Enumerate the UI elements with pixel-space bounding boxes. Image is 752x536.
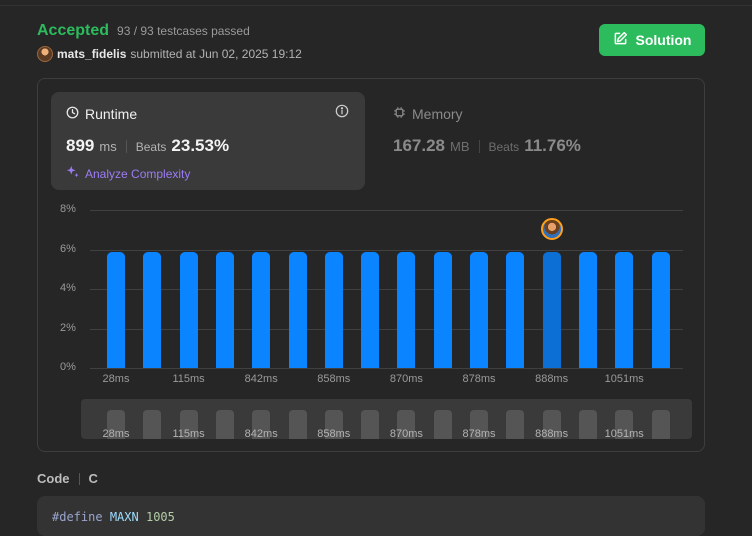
chart-bar[interactable]: [615, 251, 634, 368]
x-tick-label: 28ms: [102, 373, 130, 385]
testcases-count: 93 / 93 testcases passed: [117, 24, 250, 38]
code-label: Code: [37, 471, 70, 486]
chart-gridline: [90, 249, 683, 251]
avatar[interactable]: [37, 46, 53, 62]
range-tick-label: 28ms: [102, 428, 130, 440]
chart-bar[interactable]: [651, 251, 670, 368]
username-link[interactable]: mats_fidelis: [57, 47, 126, 61]
code-language: C: [88, 471, 98, 486]
chart-bar[interactable]: [578, 251, 597, 368]
status-row: Accepted 93 / 93 testcases passed: [37, 22, 302, 40]
y-tick-label: 0%: [60, 361, 76, 373]
chart-bar[interactable]: [215, 251, 234, 368]
code-number: 1005: [145, 510, 175, 524]
x-tick-label: 1051ms: [604, 373, 644, 385]
solution-button[interactable]: Solution: [599, 24, 705, 56]
submitter-row: mats_fidelis submitted at Jun 02, 2025 1…: [37, 46, 302, 62]
chart-bar[interactable]: [143, 251, 162, 368]
code-keyword: define: [59, 510, 103, 524]
chart-bar[interactable]: [470, 251, 488, 368]
chart-bar[interactable]: [433, 251, 452, 368]
range-tick-label: 842ms: [244, 428, 278, 440]
y-tick-label: 2%: [60, 321, 76, 334]
x-tick-label: 858ms: [317, 373, 351, 385]
chart-bar[interactable]: [107, 251, 125, 368]
chart-bar[interactable]: [506, 251, 525, 368]
code-block[interactable]: #define MAXN 1005: [37, 496, 705, 536]
submission-header: Accepted 93 / 93 testcases passed mats_f…: [37, 22, 302, 62]
top-divider: [0, 5, 752, 6]
x-tick-label: 888ms: [535, 373, 569, 385]
y-tick-label: 6%: [60, 242, 76, 255]
y-tick-label: 4%: [60, 282, 76, 294]
range-tick-label: 870ms: [389, 428, 423, 440]
range-tick-label: 888ms: [535, 428, 569, 440]
accepted-status: Accepted: [37, 22, 110, 39]
chart-bar[interactable]: [542, 251, 561, 368]
range-mini-bar: [651, 410, 670, 439]
chart-bar[interactable]: [324, 251, 343, 368]
performance-panel: Runtime 899 ms Beats 23.53% Analyze Comp…: [37, 78, 705, 452]
code-header-divider: [78, 472, 80, 485]
chart-gridline: [90, 210, 683, 211]
x-tick-label: 870ms: [389, 373, 423, 385]
x-tick-label: 115ms: [172, 373, 205, 385]
x-tick-label: 878ms: [462, 373, 496, 385]
code-line: #define MAXN 1005: [52, 510, 175, 524]
chart-bar[interactable]: [179, 251, 198, 368]
runtime-distribution-chart: 8% 6% 4% 2% 0% 28ms 115ms 842ms 858ms 870ms 878ms 8…: [38, 79, 706, 453]
chart-bar[interactable]: [397, 251, 416, 368]
chart-range-selector[interactable]: 28ms 115ms 842ms 858ms 870ms 878ms 888ms 1051ms: [81, 399, 692, 440]
solution-button-label: Solution: [635, 32, 692, 48]
your-submission-avatar[interactable]: [540, 217, 563, 240]
submitted-time: submitted at Jun 02, 2025 19:12: [130, 47, 302, 61]
range-tick-label: 878ms: [462, 428, 496, 440]
x-tick-label: 842ms: [244, 373, 278, 385]
range-tick-label: 1051ms: [604, 428, 644, 440]
code-identifier: MAXN: [109, 510, 139, 524]
chart-bar[interactable]: [288, 251, 307, 368]
chart-gridline: [90, 368, 683, 369]
y-tick-label: 8%: [60, 203, 76, 215]
chart-bar[interactable]: [361, 251, 380, 368]
code-header: Code C: [37, 471, 98, 486]
chart-bar[interactable]: [252, 251, 271, 368]
range-tick-label: 858ms: [317, 428, 351, 440]
range-tick-label: 115ms: [172, 428, 205, 440]
edit-icon: [613, 31, 628, 49]
